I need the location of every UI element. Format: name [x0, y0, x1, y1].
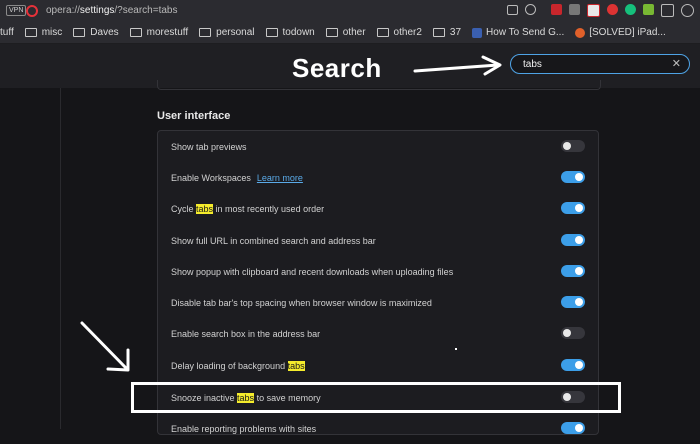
arrow-to-search-icon [413, 55, 502, 76]
annotation-arrows [80, 55, 502, 372]
arrow-to-snooze-icon [80, 321, 130, 372]
